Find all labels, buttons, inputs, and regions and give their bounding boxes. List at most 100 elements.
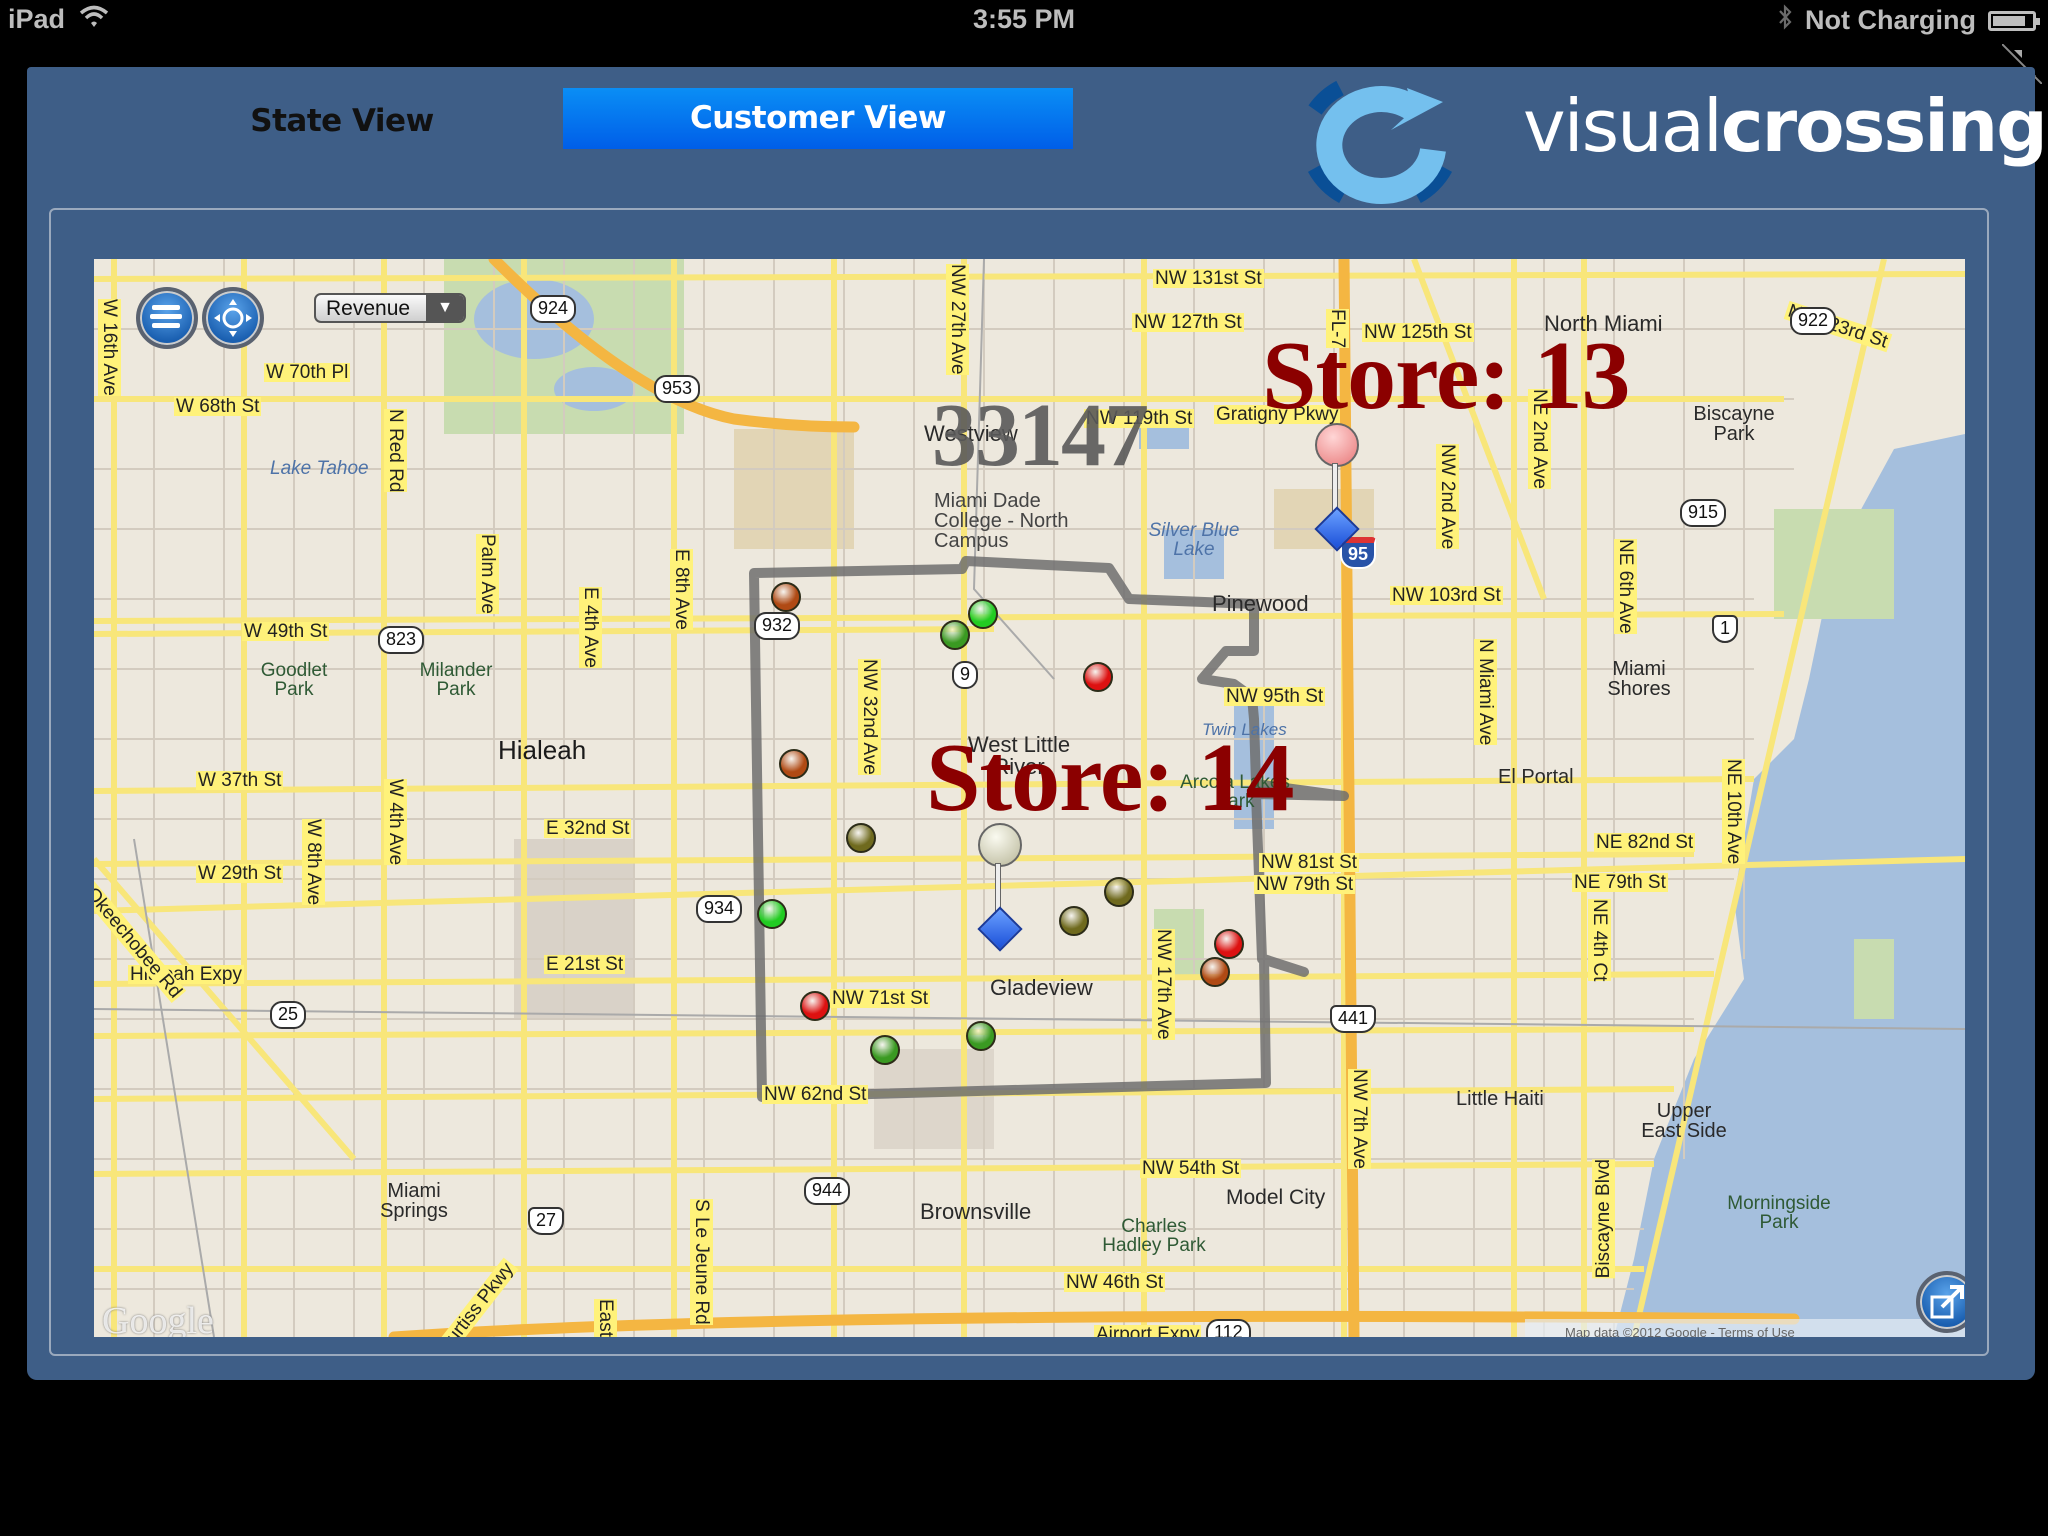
- road-label: NE 79th St: [1572, 872, 1668, 893]
- road-label: N Red Rd: [384, 409, 407, 493]
- road-label: NW 62nd St: [762, 1084, 869, 1105]
- place-label: Gladeview: [990, 975, 1093, 1000]
- zip-code-label: 33147: [932, 386, 1149, 485]
- customer-marker-brown[interactable]: [779, 749, 809, 779]
- tab-customer-view[interactable]: Customer View: [563, 88, 1073, 149]
- route-shield: 934: [696, 895, 743, 923]
- status-bar: iPad 3:55 PM Not Charging: [0, 0, 2048, 40]
- clock: 3:55 PM: [972, 4, 1076, 34]
- layers-icon: [150, 305, 182, 328]
- road-label: NW 46th St: [1064, 1272, 1166, 1293]
- store-14-label: Store: 14: [926, 724, 1294, 832]
- park-label: Charles Hadley Park: [1102, 1216, 1206, 1256]
- customer-marker-bright-green[interactable]: [968, 599, 998, 629]
- road-label: NW 32nd Ave: [858, 659, 881, 775]
- place-label: Hialeah: [498, 735, 587, 765]
- place-label: Miami Dade College - North Campus: [934, 490, 1069, 552]
- customer-marker-red[interactable]: [1214, 929, 1244, 959]
- customer-marker-olive[interactable]: [846, 823, 876, 853]
- park-label: Goodlet Park: [260, 660, 328, 700]
- logo-text-bold: crossing: [1720, 84, 2048, 168]
- customer-marker-bright-green[interactable]: [757, 899, 787, 929]
- logo-wordmark: visualcrossing: [1523, 84, 2048, 168]
- pin-head: [978, 823, 1022, 867]
- water-label: Lake Tahoe: [270, 458, 369, 479]
- road-label: NE 82nd St: [1594, 832, 1696, 853]
- expand-button[interactable]: [1916, 1271, 1965, 1333]
- expand-icon: [1930, 1285, 1964, 1319]
- route-shield: 922: [1790, 307, 1837, 335]
- road-label: S Le Jeune Rd: [690, 1199, 713, 1325]
- road-label: W 8th Ave: [302, 819, 325, 906]
- store-14-pin[interactable]: [977, 823, 1023, 952]
- road-label: W 68th St: [174, 396, 262, 417]
- customer-marker-olive[interactable]: [1104, 877, 1134, 907]
- road-label: W 29th St: [196, 863, 284, 884]
- metric-select-value: Revenue: [326, 297, 411, 320]
- road-label: NW 17th Ave: [1152, 929, 1175, 1040]
- route-shield: 932: [754, 612, 801, 640]
- route-shield: 944: [804, 1177, 851, 1205]
- customer-marker-green[interactable]: [940, 620, 970, 650]
- road-label: NW 81st St: [1259, 852, 1360, 873]
- road-label: E 32nd St: [544, 818, 632, 839]
- logo-mark-icon: [1307, 80, 1453, 205]
- place-label: Model City: [1226, 1186, 1326, 1209]
- road-label: NW 103rd St: [1390, 585, 1503, 606]
- layers-button[interactable]: [136, 287, 198, 349]
- metric-select[interactable]: Revenue ▼: [314, 293, 466, 323]
- route-shield: 1: [1712, 615, 1739, 643]
- map[interactable]: NW 131st St NW 127th St NW 125th St NE 1…: [94, 259, 1965, 1337]
- customer-marker-olive[interactable]: [1059, 906, 1089, 936]
- store-13-pin[interactable]: [1314, 423, 1360, 552]
- customer-marker-red[interactable]: [1083, 662, 1113, 692]
- store-13-label: Store: 13: [1262, 322, 1630, 430]
- road-label: NE 4th Ct: [1588, 899, 1611, 982]
- bluetooth-icon: [1777, 4, 1793, 37]
- customer-marker-brown[interactable]: [1200, 957, 1230, 987]
- customer-marker-green[interactable]: [966, 1021, 996, 1051]
- locate-button[interactable]: [202, 287, 264, 349]
- road-label: NW 131st St: [1153, 268, 1264, 289]
- route-shield: 441: [1330, 1005, 1377, 1033]
- chevron-down-icon: ▼: [426, 295, 464, 321]
- road-label: W 49th St: [242, 621, 330, 642]
- customer-marker-green[interactable]: [870, 1035, 900, 1065]
- road-label: NE 6th Ave: [1614, 539, 1637, 634]
- route-shield: 9: [952, 661, 979, 689]
- road-label: E 8th Ave: [670, 549, 693, 630]
- route-shield: 924: [530, 295, 577, 323]
- customer-marker-brown[interactable]: [771, 582, 801, 612]
- road-label: W 16th Ave: [98, 299, 121, 396]
- road-label: Airport Expy: [1094, 1325, 1202, 1337]
- place-label: El Portal: [1498, 766, 1574, 788]
- road-label: NW 127th St: [1132, 312, 1244, 333]
- route-shield: 953: [654, 375, 701, 403]
- locate-icon: [214, 299, 252, 337]
- route-shield: 25: [270, 1001, 307, 1029]
- road-label: Palm Ave: [476, 534, 499, 614]
- road-label: East: [594, 1299, 617, 1337]
- road-label: NW 71st St: [830, 988, 931, 1009]
- route-shield: 823: [378, 626, 425, 654]
- road-label: NW 7th Ave: [1348, 1069, 1371, 1169]
- map-attribution[interactable]: Map data ©2012 Google - Terms of Use: [1525, 1319, 1965, 1337]
- place-label: Brownsville: [920, 1199, 1032, 1224]
- route-shield: 915: [1680, 499, 1727, 527]
- visualcrossing-logo: visualcrossing: [1295, 70, 2048, 210]
- place-label: Biscayne Park: [1693, 403, 1775, 445]
- tab-state-view[interactable]: State View: [192, 91, 492, 151]
- road-label: NW 2nd Ave: [1436, 444, 1459, 550]
- route-shield: 112: [1206, 1319, 1251, 1337]
- route-shield: 27: [528, 1207, 565, 1235]
- battery-icon: [1988, 10, 2040, 31]
- logo-text-light: visual: [1523, 84, 1723, 168]
- road-label: NW 79th St: [1254, 874, 1356, 895]
- road-label: E 4th Ave: [579, 587, 602, 668]
- park-label: Milander Park: [419, 660, 493, 700]
- road-label: NE 10th Ave: [1722, 759, 1745, 865]
- place-label: Miami Springs: [380, 1180, 448, 1222]
- water-label: Silver Blue Lake: [1148, 520, 1240, 560]
- customer-marker-red[interactable]: [800, 991, 830, 1021]
- charging-status: Not Charging: [1805, 5, 1976, 35]
